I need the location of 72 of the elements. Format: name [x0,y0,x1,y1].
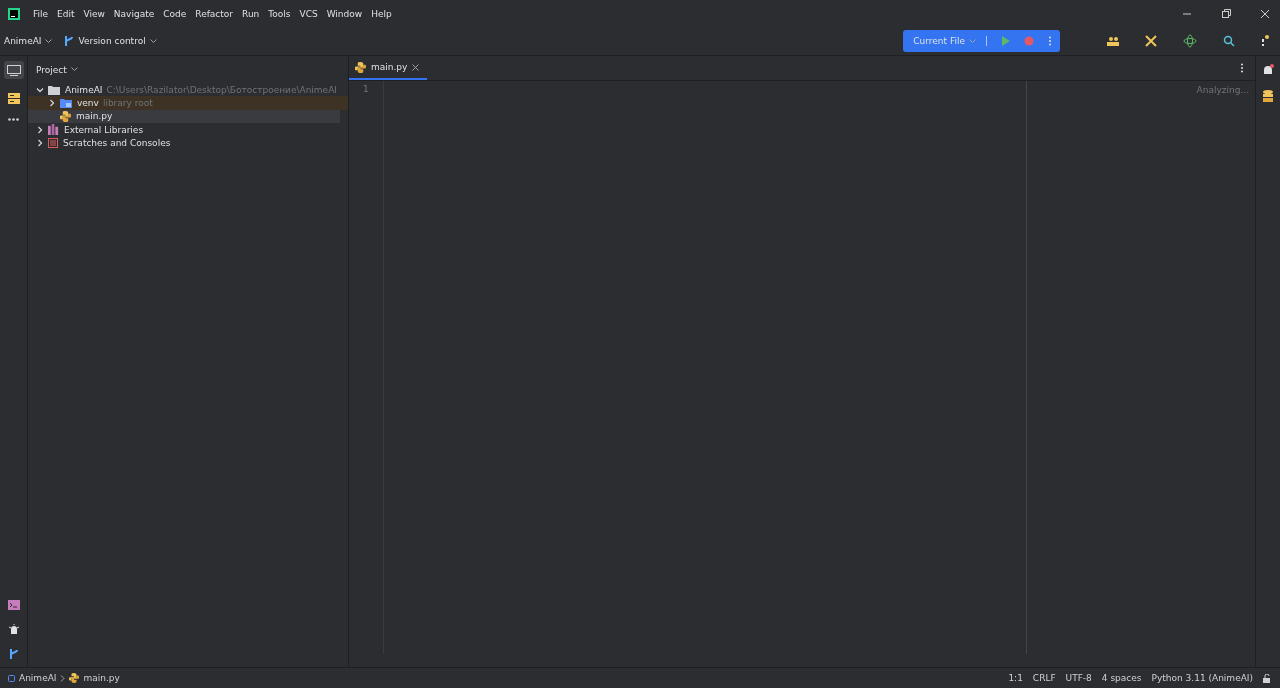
tree-item[interactable]: AnimeAI C:\Users\Razilator\Desktop\Ботостроение\AnimeAI [28,83,340,97]
project-dropdown[interactable]: AnimeAI [4,36,53,46]
tree-item-hint: library root [102,98,153,109]
tree-item[interactable]: External Libraries [28,123,340,137]
menu-item[interactable]: Run [242,8,260,19]
database-icon[interactable] [1263,90,1273,102]
branch-icon[interactable] [8,648,19,660]
search-icon[interactable] [1223,35,1235,47]
run-configuration-dropdown[interactable]: Current File [913,36,987,46]
analysis-status: Analyzing... [1196,85,1249,95]
tree-item-label: Scratches and Consoles [63,138,171,149]
chevron-right-icon[interactable] [48,99,56,108]
bug-icon[interactable] [8,624,19,634]
menu-item[interactable]: Edit [57,8,75,19]
books-icon [48,124,59,136]
line-number: 1 [362,84,370,94]
branch-icon [64,35,75,47]
people-icon[interactable] [1107,36,1119,46]
chevron-down-icon [149,38,157,44]
folder-icon [60,98,72,109]
tree-item[interactable]: Scratches and Consoles [28,136,340,150]
menu-item[interactable]: View [83,8,105,19]
more-vertical-icon[interactable] [1240,63,1244,73]
menu-item[interactable]: Refactor [195,8,234,19]
version-control-dropdown[interactable]: Version control [64,35,157,47]
chevron-down-icon [45,38,53,44]
menu-item[interactable]: VCS [299,8,318,19]
status-item[interactable]: CRLF [1032,673,1056,683]
tree-item-label: External Libraries [64,124,144,135]
scratch-file-icon [48,138,58,149]
menu-item[interactable]: Navigate [113,8,155,19]
menu-item[interactable]: Code [163,8,187,19]
menu-item[interactable]: File [33,8,49,19]
python-file-icon [69,673,80,683]
status-item[interactable]: UTF-8 [1065,673,1092,683]
project-tool-button[interactable] [3,61,24,79]
chevron-right-icon[interactable] [36,125,44,134]
menu-item[interactable]: Tools [268,8,291,19]
structure-icon[interactable] [7,93,20,104]
lock-icon[interactable] [1263,673,1272,683]
project-panel-title[interactable]: Project [28,56,348,83]
tree-item-label: AnimeAI [65,84,103,95]
monitor-icon [6,64,21,76]
chevron-down-icon [969,38,976,44]
python-file-icon [60,110,71,122]
app-logo-icon [8,7,20,20]
tree-item-hint: C:\Users\Razilator\Desktop\Ботостроение\AnimeAI [106,84,337,95]
close-icon[interactable] [412,63,420,71]
chevron-down-icon[interactable] [36,85,44,94]
status-item[interactable]: 4 spaces [1101,673,1142,683]
more-horizontal-icon[interactable] [8,118,19,121]
close-icon[interactable] [1260,8,1270,19]
chevron-right-icon[interactable] [36,139,44,148]
settings-icon[interactable] [1261,35,1269,47]
python-file-icon [355,61,366,73]
breadcrumb[interactable]: AnimeAI [19,673,57,683]
status-item[interactable]: Python 3.11 (AnimeAI) [1151,673,1253,683]
tools-icon[interactable] [1145,35,1157,47]
module-icon [8,674,15,682]
chevron-right-icon [60,674,66,682]
breadcrumb[interactable]: main.py [83,673,120,683]
tree-item-label: main.py [76,111,113,122]
status-item[interactable]: 1:1 [1008,673,1023,683]
menu-item[interactable]: Help [371,8,392,19]
tree-item[interactable]: venv library root [28,96,348,110]
chevron-down-icon [70,67,78,72]
bell-icon[interactable] [1262,64,1274,76]
menu-item[interactable]: Window [326,8,363,19]
terminal-icon[interactable] [7,600,20,610]
restore-icon[interactable] [1221,8,1231,19]
atom-icon[interactable] [1183,34,1197,48]
tree-item-label: venv [77,98,99,109]
